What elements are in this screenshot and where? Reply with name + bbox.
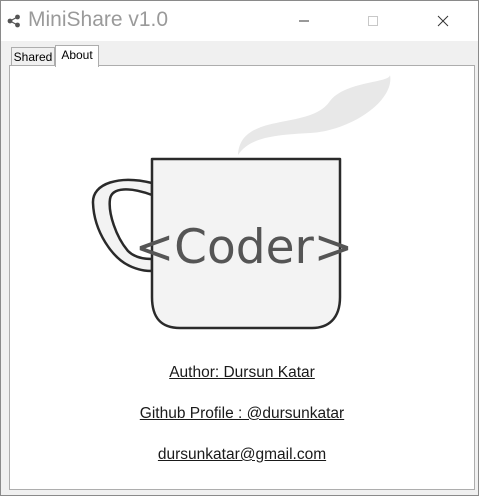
about-panel: <Coder> Author: Dursun Katar Github Prof… [9,65,475,490]
close-icon [437,15,449,27]
close-button[interactable] [420,1,466,41]
share-icon [7,14,20,28]
tab-about[interactable]: About [55,45,99,67]
github-profile-link[interactable]: Github Profile : @dursunkatar [10,405,474,423]
tab-shared[interactable]: Shared [11,47,55,66]
title-bar[interactable]: MiniShare v1.0 [1,1,478,41]
coder-mug-logo: <Coder> [91,75,391,330]
app-window: MiniShare v1.0 Shared About <Coder> Auth… [0,0,479,496]
maximize-button[interactable] [350,1,396,41]
minimize-button[interactable] [281,1,327,41]
steam-shape [238,75,391,155]
mug-coder-text: <Coder> [135,220,353,275]
author-link[interactable]: Author: Dursun Katar [10,364,474,382]
maximize-icon [368,16,378,26]
minimize-icon [299,20,309,22]
window-title: MiniShare v1.0 [28,8,169,31]
email-link[interactable]: dursunkatar@gmail.com [10,446,474,464]
